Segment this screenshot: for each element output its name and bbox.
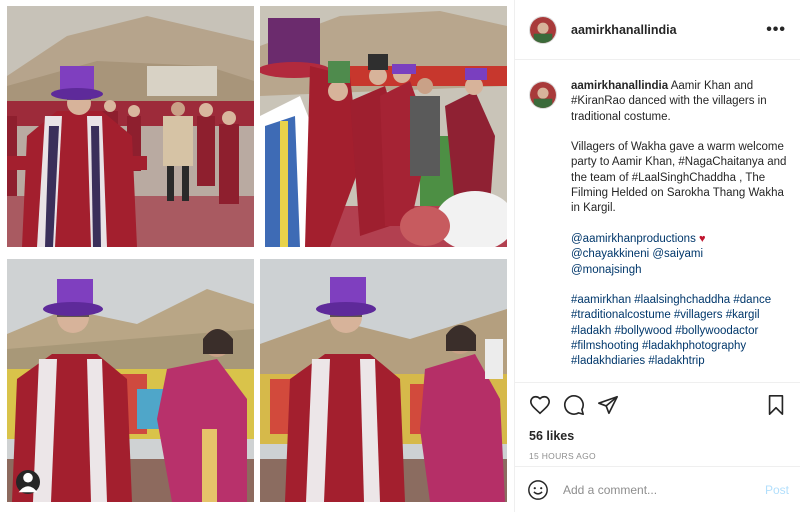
avatar-image bbox=[530, 16, 556, 43]
photo-tile-2[interactable] bbox=[260, 6, 507, 247]
smiley-icon bbox=[528, 479, 548, 500]
caption-text: aamirkhanallindia Aamir Khan and #KiranR… bbox=[571, 79, 787, 370]
photo-1-illustration bbox=[7, 6, 254, 247]
mention-aamirkhanproductions[interactable]: @aamirkhanproductions bbox=[571, 233, 696, 245]
comment-icon bbox=[564, 395, 584, 415]
caption-avatar[interactable] bbox=[529, 81, 557, 109]
comment-input[interactable] bbox=[563, 482, 743, 497]
likes-count[interactable]: 56 likes bbox=[515, 427, 800, 445]
post-media[interactable] bbox=[0, 0, 514, 512]
tagged-people-button[interactable] bbox=[16, 470, 40, 494]
actions-section: 56 likes 15 HOURS AGO bbox=[515, 382, 800, 461]
caption-line-2: Villagers of Wakha gave a warm welcome p… bbox=[571, 141, 787, 215]
header-username[interactable]: aamirkhanallindia bbox=[571, 23, 677, 37]
bookmark-icon bbox=[768, 395, 784, 415]
mention-chayakkineni[interactable]: @chayakkineni bbox=[571, 248, 649, 260]
emoji-button[interactable] bbox=[527, 479, 549, 501]
caption: aamirkhanallindia Aamir Khan and #KiranR… bbox=[529, 79, 787, 370]
post-comment-button[interactable]: Post bbox=[765, 483, 789, 497]
mention-monajsingh[interactable]: @monajsingh bbox=[571, 264, 642, 276]
photo-3-illustration bbox=[7, 259, 254, 502]
like-button[interactable] bbox=[527, 392, 553, 418]
photo-tile-3[interactable] bbox=[7, 259, 254, 502]
save-button[interactable] bbox=[763, 392, 789, 418]
post-panel: aamirkhanallindia ••• aamirkhanallindia … bbox=[514, 0, 800, 512]
action-bar bbox=[515, 383, 800, 427]
avatar[interactable] bbox=[529, 15, 557, 44]
heart-icon bbox=[530, 395, 550, 415]
red-heart-icon: ♥ bbox=[699, 232, 706, 245]
post-timestamp[interactable]: 15 HOURS AGO bbox=[515, 451, 800, 461]
person-icon bbox=[18, 472, 38, 493]
share-button[interactable] bbox=[595, 392, 621, 418]
caption-hashtags[interactable]: #aamirkhan #laalsinghchaddha #dance #tra… bbox=[571, 293, 787, 369]
avatar-image bbox=[530, 82, 556, 108]
photo-4-illustration bbox=[260, 259, 507, 502]
photo-tile-1[interactable] bbox=[7, 6, 254, 247]
caption-username[interactable]: aamirkhanallindia bbox=[571, 80, 668, 92]
photo-2-illustration bbox=[260, 6, 507, 247]
photo-tile-4[interactable] bbox=[260, 259, 507, 502]
post-header: aamirkhanallindia ••• bbox=[515, 0, 800, 60]
comments-section[interactable]: aamirkhanallindia Aamir Khan and #KiranR… bbox=[515, 61, 800, 382]
mention-saiyami[interactable]: @saiyami bbox=[652, 248, 703, 260]
paper-plane-icon bbox=[598, 395, 618, 415]
comment-bar: Post bbox=[515, 466, 800, 512]
more-options-icon[interactable]: ••• bbox=[766, 21, 786, 38]
comment-button[interactable] bbox=[561, 392, 587, 418]
